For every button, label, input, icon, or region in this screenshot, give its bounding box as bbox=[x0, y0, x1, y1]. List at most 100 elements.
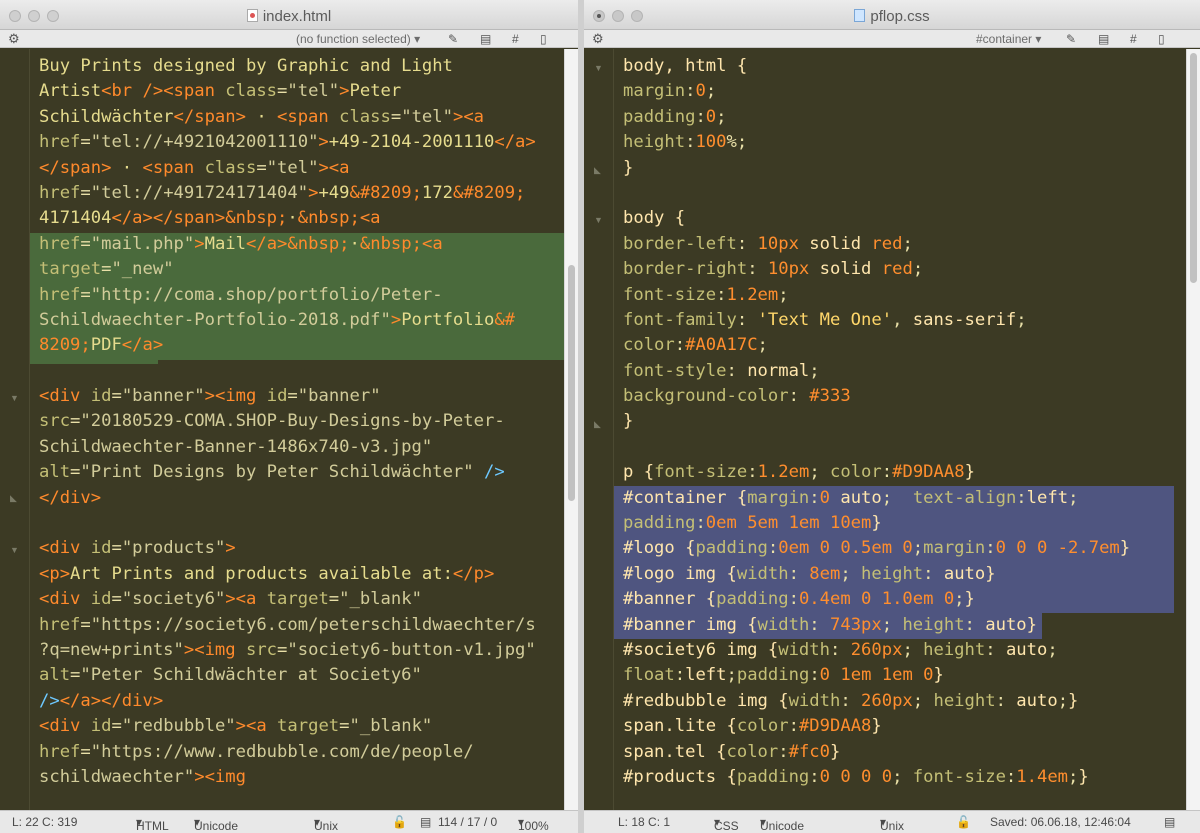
vertical-scrollbar[interactable] bbox=[1186, 49, 1200, 810]
scrollbar-thumb[interactable] bbox=[568, 265, 575, 501]
lock-icon[interactable]: 🔓 bbox=[956, 815, 971, 829]
code-line[interactable]: alt="Peter Schildwächter at Society6" bbox=[39, 663, 536, 688]
code-line[interactable]: schildwaechter"><img bbox=[39, 765, 536, 790]
doc-list-icon[interactable]: ▤ bbox=[1098, 32, 1109, 46]
fold-arrow-icon[interactable]: ▼ bbox=[10, 393, 19, 403]
gear-icon[interactable]: ⚙ bbox=[8, 31, 20, 47]
document-stats-icon[interactable]: ▤ bbox=[1164, 815, 1175, 829]
code-line[interactable]: #banner img {width: 743px; height: auto} bbox=[623, 613, 1130, 638]
code-line[interactable]: <div id="banner"><img id="banner" bbox=[39, 384, 536, 409]
function-popup[interactable]: #container ▾ bbox=[976, 32, 1041, 46]
code-text[interactable]: Buy Prints designed by Graphic and Light… bbox=[39, 54, 536, 790]
code-line[interactable]: #logo img {width: 8em; height: auto} bbox=[623, 562, 1130, 587]
code-line[interactable]: font-family: 'Text Me One', sans-serif; bbox=[623, 308, 1130, 333]
language-popup[interactable]: CSS ▾ bbox=[714, 815, 739, 833]
code-line[interactable]: background-color: #333 bbox=[623, 384, 1130, 409]
scrollbar-thumb[interactable] bbox=[1190, 53, 1197, 283]
code-line[interactable]: href="tel://+491724171404">+49&#8209;172… bbox=[39, 181, 536, 206]
language-popup[interactable]: HTML ▾ bbox=[136, 815, 169, 833]
hash-icon[interactable]: # bbox=[1130, 32, 1137, 46]
fold-arrow-icon[interactable]: ▼ bbox=[594, 215, 603, 225]
cursor-position[interactable]: L: 18 C: 1 bbox=[618, 815, 670, 829]
document-icon[interactable]: ▯ bbox=[1158, 32, 1165, 46]
code-line[interactable]: p {font-size:1.2em; color:#D9DAA8} bbox=[623, 460, 1130, 485]
fold-end-icon[interactable]: ◣ bbox=[594, 165, 601, 176]
code-line[interactable]: Schildwaechter-Banner-1486x740-v3.jpg" bbox=[39, 435, 536, 460]
code-line[interactable]: font-size:1.2em; bbox=[623, 283, 1130, 308]
marker-tool-icon[interactable]: ✎ bbox=[1066, 32, 1076, 46]
code-line[interactable]: #society6 img {width: 260px; height: aut… bbox=[623, 638, 1130, 663]
code-line[interactable]: #banner {padding:0.4em 0 1.0em 0;} bbox=[623, 587, 1130, 612]
lock-icon[interactable]: 🔓 bbox=[392, 815, 407, 829]
code-line[interactable]: #logo {padding:0em 0 0.5em 0;margin:0 0 … bbox=[623, 536, 1130, 561]
code-line[interactable]: </div> bbox=[39, 486, 536, 511]
code-line[interactable]: <p>Art Prints and products available at:… bbox=[39, 562, 536, 587]
hash-icon[interactable]: # bbox=[512, 32, 519, 46]
code-line[interactable]: Schildwächter</span> · <span class="tel"… bbox=[39, 105, 536, 130]
code-line[interactable] bbox=[39, 511, 536, 536]
line-endings-popup[interactable]: Unix (LF) ▾ bbox=[314, 815, 338, 833]
code-text[interactable]: body, html {margin:0; padding:0; height:10… bbox=[623, 54, 1130, 790]
code-line[interactable]: Buy Prints designed by Graphic and Light bbox=[39, 54, 536, 79]
code-line[interactable]: src="20180529-COMA.SHOP-Buy-Designs-by-P… bbox=[39, 409, 536, 434]
code-line[interactable] bbox=[623, 181, 1130, 206]
doc-list-icon[interactable]: ▤ bbox=[480, 32, 491, 46]
encoding-popup[interactable]: Unicode (UTF-8) ▾ bbox=[760, 815, 804, 833]
line-gutter[interactable]: ▼ ◣ ▼ bbox=[0, 49, 30, 810]
line-endings-popup[interactable]: Unix (LF) ▾ bbox=[880, 815, 904, 833]
code-editor[interactable]: Buy Prints designed by Graphic and Light… bbox=[30, 49, 564, 810]
code-line[interactable]: body, html { bbox=[623, 54, 1130, 79]
code-line[interactable]: body { bbox=[623, 206, 1130, 231]
code-line[interactable]: padding:0; bbox=[623, 105, 1130, 130]
code-line[interactable]: #products {padding:0 0 0 0; font-size:1.… bbox=[623, 765, 1130, 790]
line-gutter[interactable]: ▼ ◣ ▼ ◣ bbox=[584, 49, 614, 810]
vertical-scrollbar[interactable] bbox=[564, 49, 578, 810]
code-line[interactable]: href="tel://+4921042001110">+49-2104-200… bbox=[39, 130, 536, 155]
code-line[interactable]: <div id="society6"><a target="_blank" bbox=[39, 587, 536, 612]
gear-icon[interactable]: ⚙ bbox=[592, 31, 604, 47]
code-line[interactable]: 8209;PDF</a> bbox=[39, 333, 536, 358]
document-stats[interactable]: 114 / 17 / 0 bbox=[438, 815, 497, 829]
code-line[interactable]: padding:0em 5em 1em 10em} bbox=[623, 511, 1130, 536]
zoom-popup[interactable]: 100% ▾ bbox=[518, 815, 549, 833]
code-line[interactable]: ?q=new+prints"><img src="society6-button… bbox=[39, 638, 536, 663]
code-line[interactable]: /></a></div> bbox=[39, 689, 536, 714]
marker-tool-icon[interactable]: ✎ bbox=[448, 32, 458, 46]
code-line[interactable]: color:#A0A17C; bbox=[623, 333, 1130, 358]
code-line[interactable] bbox=[623, 435, 1130, 460]
code-line[interactable]: </span> · <span class="tel"><a bbox=[39, 156, 536, 181]
code-line[interactable]: height:100%; bbox=[623, 130, 1130, 155]
function-popup[interactable]: (no function selected) ▾ bbox=[296, 32, 420, 46]
document-stats-icon[interactable]: ▤ bbox=[420, 815, 431, 829]
code-line[interactable]: span.tel {color:#fc0} bbox=[623, 740, 1130, 765]
code-line[interactable]: href="https://www.redbubble.com/de/peopl… bbox=[39, 740, 536, 765]
code-line[interactable]: #redbubble img {width: 260px; height: au… bbox=[623, 689, 1130, 714]
fold-arrow-icon[interactable]: ▼ bbox=[10, 545, 19, 555]
code-line[interactable]: <div id="products"> bbox=[39, 536, 536, 561]
code-line[interactable]: #container {margin:0 auto; text-align:le… bbox=[623, 486, 1130, 511]
code-line[interactable]: } bbox=[623, 156, 1130, 181]
code-line[interactable]: font-style: normal; bbox=[623, 359, 1130, 384]
code-line[interactable]: 4171404</a></span>&nbsp;·&nbsp;<a bbox=[39, 206, 536, 231]
code-editor[interactable]: body, html {margin:0; padding:0; height:10… bbox=[614, 49, 1186, 810]
cursor-position[interactable]: L: 22 C: 319 bbox=[12, 815, 77, 829]
code-line[interactable]: href="mail.php">Mail</a>&nbsp;·&nbsp;<a bbox=[39, 232, 536, 257]
fold-end-icon[interactable]: ◣ bbox=[594, 419, 601, 430]
code-line[interactable]: float:left;padding:0 1em 1em 0} bbox=[623, 663, 1130, 688]
fold-end-icon[interactable]: ◣ bbox=[10, 493, 17, 504]
code-line[interactable]: margin:0; bbox=[623, 79, 1130, 104]
title-bar[interactable]: index.html bbox=[0, 0, 578, 30]
encoding-popup[interactable]: Unicode (UTF-8) ▾ bbox=[194, 815, 238, 833]
document-icon[interactable]: ▯ bbox=[540, 32, 547, 46]
code-line[interactable]: span.lite {color:#D9DAA8} bbox=[623, 714, 1130, 739]
code-line[interactable]: Artist<br /><span class="tel">Peter bbox=[39, 79, 536, 104]
code-line[interactable]: border-left: 10px solid red; bbox=[623, 232, 1130, 257]
code-line[interactable] bbox=[39, 359, 536, 384]
code-line[interactable]: Schildwaechter-Portfolio-2018.pdf">Portf… bbox=[39, 308, 536, 333]
code-line[interactable]: href="https://society6.com/peterschildwa… bbox=[39, 613, 536, 638]
code-line[interactable]: href="http://coma.shop/portfolio/Peter- bbox=[39, 283, 536, 308]
title-bar[interactable]: pflop.css bbox=[584, 0, 1200, 30]
fold-arrow-icon[interactable]: ▼ bbox=[594, 63, 603, 73]
code-line[interactable]: border-right: 10px solid red; bbox=[623, 257, 1130, 282]
code-line[interactable]: } bbox=[623, 409, 1130, 434]
